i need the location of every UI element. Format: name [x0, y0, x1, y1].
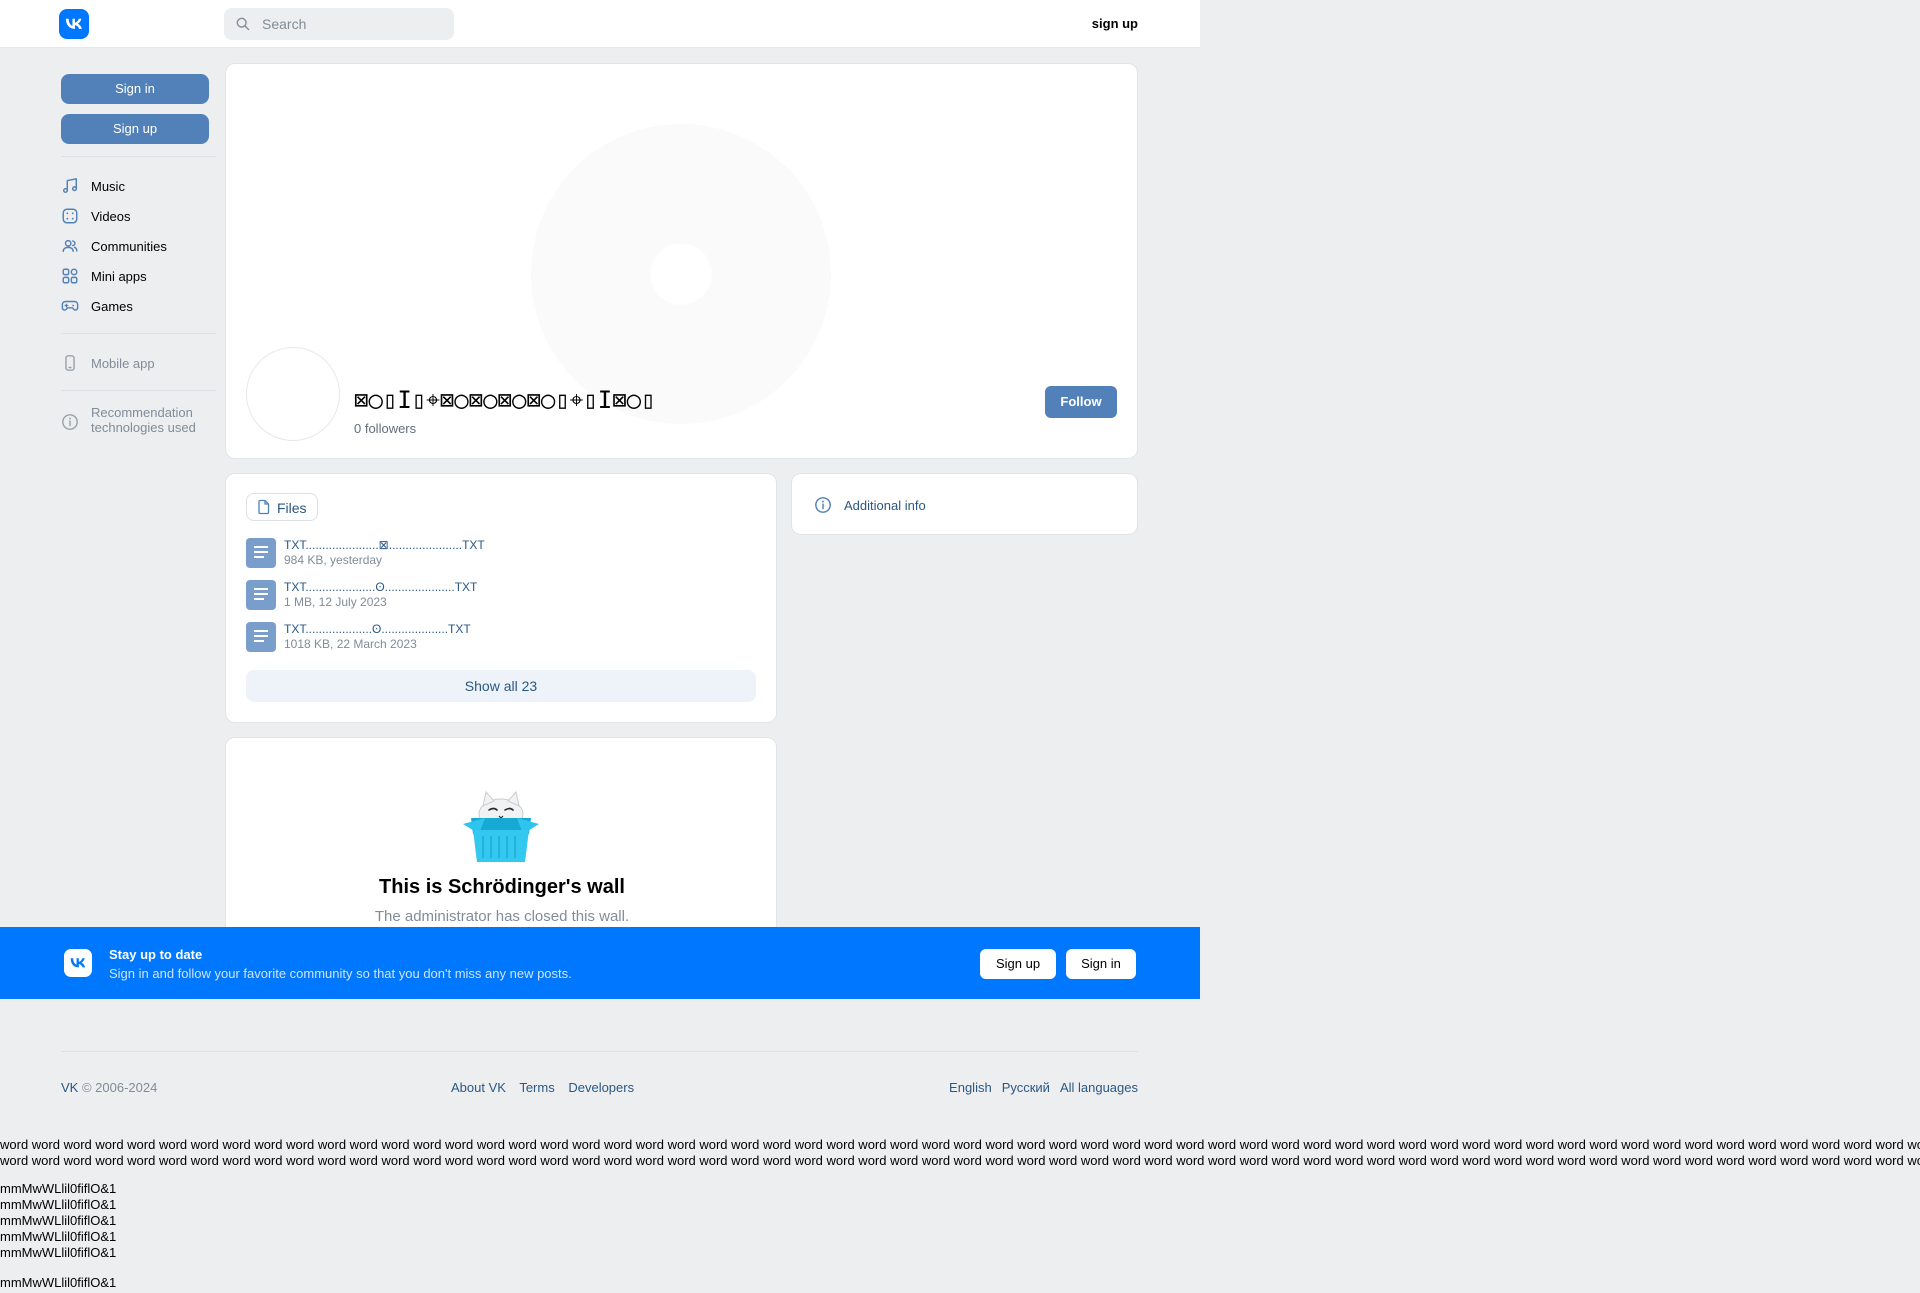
footer-link-about[interactable]: About VK — [451, 1080, 506, 1095]
sidebar-item-label: Videos — [91, 208, 131, 224]
glyph-line: mmMwWLlil0fiflO&1 — [0, 1197, 117, 1212]
sidebar-item-label: Games — [91, 298, 133, 314]
phone-icon — [65, 355, 75, 371]
header-signup-link[interactable]: sign up — [1092, 16, 1138, 31]
footer-copyright: VK © 2006-2024 — [61, 1080, 157, 1095]
sidebar-item-videos[interactable]: Videos — [61, 201, 216, 231]
music-icon — [62, 178, 78, 194]
mini-apps-icon — [62, 268, 78, 284]
banner-sign-in-button[interactable]: Sign in — [1066, 949, 1136, 979]
footer-link-terms[interactable]: Terms — [519, 1080, 554, 1095]
follow-button[interactable]: Follow — [1045, 386, 1117, 418]
file-meta: 1018 KB, 22 March 2023 — [284, 637, 417, 651]
sidebar-divider — [61, 390, 216, 391]
banner-subtitle: Sign in and follow your favorite communi… — [109, 966, 572, 981]
sidebar-item-label: Music — [91, 178, 125, 194]
text-file-icon — [246, 538, 276, 568]
files-tab-label: Files — [277, 500, 307, 516]
footer-languages: English Русский All languages — [939, 1080, 1138, 1095]
tab-files[interactable]: Files — [246, 493, 318, 521]
search-box[interactable] — [224, 8, 454, 40]
additional-info-card: Additional info — [791, 473, 1138, 535]
sign-in-button[interactable]: Sign in — [61, 74, 209, 104]
sidebar-item-communities[interactable]: Communities — [61, 231, 216, 261]
file-name[interactable]: TXT......................⊠..............… — [284, 538, 485, 552]
sidebar-item-music[interactable]: Music — [61, 171, 216, 201]
glyph-line: mmMwWLlil0fiflO&1 — [0, 1245, 117, 1260]
sidebar-item-label: Mobile app — [91, 355, 155, 371]
cover-image — [531, 124, 831, 424]
additional-info-link[interactable]: Additional info — [814, 496, 926, 514]
lang-all[interactable]: All languages — [1060, 1080, 1138, 1095]
gamepad-icon — [61, 300, 79, 311]
lang-russian[interactable]: Русский — [1002, 1080, 1050, 1095]
file-item[interactable]: TXT......................⊠..............… — [246, 538, 746, 574]
stay-up-to-date-banner: Stay up to date Sign in and follow your … — [0, 927, 1200, 999]
sidebar-item-label: Communities — [91, 238, 167, 254]
glyph-line: mmMwWLlil0fiflO&1 — [0, 1213, 117, 1228]
word-line: word word word word word word word word … — [0, 1137, 1920, 1152]
file-item[interactable]: TXT....................ʘ................… — [246, 622, 746, 658]
wall-card: This is Schrödinger's wall The administr… — [225, 737, 777, 937]
glyph-test-block: mmMwWLlil0fiflO&1 mmMwWLlil0fiflO&1 mmMw… — [0, 1181, 116, 1291]
search-icon — [236, 17, 250, 31]
file-meta: 1 MB, 12 July 2023 — [284, 595, 387, 609]
community-header-card: ⊠○▯I▯⌖⊠○⊠○⊠○⊠○▯⌖▯I⊠○▯ 0 followers Follow — [225, 63, 1138, 459]
footer-divider — [61, 1051, 1138, 1052]
rec-line-2: technologies used — [91, 420, 196, 435]
avatar[interactable] — [246, 347, 340, 441]
word-line: word word word word word word word word … — [0, 1153, 1920, 1168]
sidebar-item-mobile-app[interactable]: Mobile app — [61, 348, 216, 378]
text-file-icon — [246, 622, 276, 652]
left-sidebar: Sign in Sign up Music Videos Communities… — [61, 74, 216, 435]
overflow-text-block: word word word word word word word word … — [0, 1137, 1920, 1169]
footer-copyright-text: © 2006-2024 — [78, 1080, 158, 1095]
document-icon — [258, 499, 270, 515]
lang-english[interactable]: English — [949, 1080, 992, 1095]
glyph-line: mmMwWLlil0fiflO&1 — [0, 1275, 117, 1290]
sidebar-item-mini-apps[interactable]: Mini apps — [61, 261, 216, 291]
glyph-line: mmMwWLlil0fiflO&1 — [0, 1229, 117, 1244]
show-all-files-button[interactable]: Show all 23 — [246, 670, 756, 702]
vk-logo-icon — [64, 949, 92, 977]
wall-subtitle: The administrator has closed this wall. — [374, 908, 630, 925]
text-file-icon — [246, 580, 276, 610]
info-icon — [62, 414, 78, 430]
footer-vk-link[interactable]: VK — [61, 1080, 78, 1095]
sidebar-divider — [61, 333, 216, 334]
additional-info-label: Additional info — [844, 497, 926, 513]
info-icon — [815, 497, 831, 513]
sidebar-item-games[interactable]: Games — [61, 291, 216, 321]
footer-links: About VK Terms Developers — [451, 1080, 644, 1095]
file-name[interactable]: TXT.....................ʘ...............… — [284, 580, 477, 594]
communities-icon — [62, 239, 78, 253]
top-header: sign up — [0, 0, 1200, 48]
rec-line-1: Recommendation — [91, 405, 193, 420]
footer-link-developers[interactable]: Developers — [568, 1080, 634, 1095]
sign-up-button[interactable]: Sign up — [61, 114, 209, 144]
sidebar-divider — [61, 156, 216, 157]
followers-count[interactable]: 0 followers — [354, 421, 416, 436]
community-name: ⊠○▯I▯⌖⊠○⊠○⊠○⊠○▯⌖▯I⊠○▯ — [354, 386, 656, 414]
banner-title: Stay up to date — [109, 947, 203, 962]
vk-logo-icon[interactable] — [59, 9, 89, 39]
sidebar-item-label: Mini apps — [91, 268, 147, 284]
files-card: Files TXT......................⊠........… — [225, 473, 777, 723]
wall-title: This is Schrödinger's wall — [379, 876, 625, 898]
cat-in-box-icon — [463, 790, 539, 862]
banner-sign-up-button[interactable]: Sign up — [980, 949, 1056, 979]
sidebar-item-recommendation-tech[interactable]: Recommendation technologies used — [61, 405, 216, 435]
search-input[interactable] — [260, 15, 444, 33]
file-item[interactable]: TXT.....................ʘ...............… — [246, 580, 746, 616]
video-icon — [62, 208, 78, 224]
file-name[interactable]: TXT....................ʘ................… — [284, 622, 471, 636]
glyph-line: mmMwWLlil0fiflO&1 — [0, 1181, 117, 1196]
file-meta: 984 KB, yesterday — [284, 553, 383, 567]
